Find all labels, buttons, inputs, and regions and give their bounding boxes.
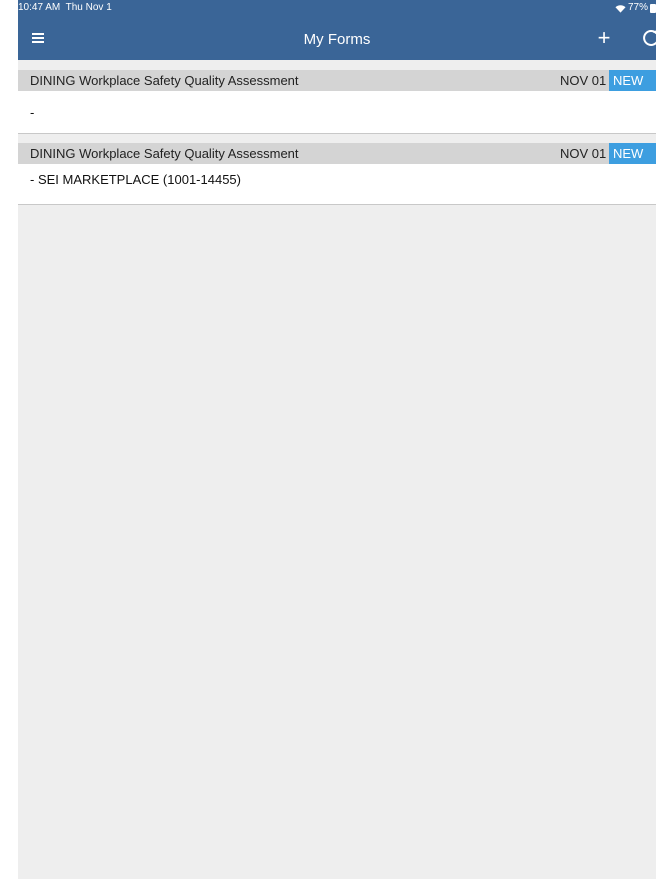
page-title: My Forms [303,31,371,48]
refresh-icon[interactable] [640,27,656,49]
status-bar: 10:47 AM Thu Nov 1 77% [18,0,656,16]
add-icon[interactable]: + [592,26,616,50]
form-list-item[interactable]: DINING Workplace Safety Quality Assessme… [18,143,656,205]
battery-percentage: 77% [627,2,648,13]
wifi-icon [615,4,626,13]
forms-list: DINING Workplace Safety Quality Assessme… [18,70,656,205]
app-screen: 10:47 AM Thu Nov 1 77% My Forms + DINING… [18,0,656,879]
form-date: NOV 01 [560,146,607,161]
form-subtitle: - [30,105,35,120]
form-item-header: DINING Workplace Safety Quality Assessme… [18,143,656,164]
form-date: NOV 01 [560,73,607,88]
status-indicators: 77% [615,0,656,16]
form-list-item[interactable]: DINING Workplace Safety Quality Assessme… [18,70,656,134]
navigation-bar: My Forms + [18,16,656,60]
battery-icon [650,3,656,13]
status-badge: NEW [609,143,656,164]
status-badge: NEW [609,70,656,91]
status-time: 10:47 AM Thu Nov 1 [18,2,112,13]
form-item-body: - SEI MARKETPLACE (1001-14455) [18,164,656,205]
form-title: DINING Workplace Safety Quality Assessme… [30,146,299,161]
form-item-body: - [18,91,656,134]
form-item-header: DINING Workplace Safety Quality Assessme… [18,70,656,91]
form-subtitle: - SEI MARKETPLACE (1001-14455) [30,172,241,187]
form-title: DINING Workplace Safety Quality Assessme… [30,73,299,88]
